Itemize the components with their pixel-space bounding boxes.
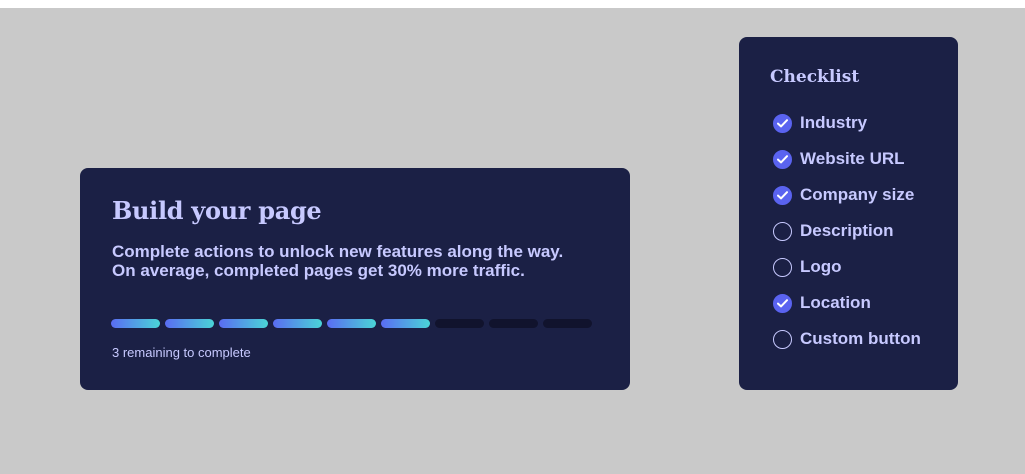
checkmark-icon [777,118,788,127]
checkmark-icon [777,298,788,307]
checklist-items: Industry Website URL Company size Descripti… [773,105,921,357]
empty-circle-icon[interactable] [773,329,792,349]
checklist-item-label: Custom button [800,329,921,348]
checklist-item-custom-button[interactable]: Custom button [773,321,921,357]
progress-segment-incomplete [489,319,538,328]
empty-circle-icon[interactable] [773,221,792,241]
checklist-item-logo[interactable]: Logo [773,249,921,285]
description-line-1: Complete actions to unlock new features … [112,242,564,261]
checklist-item-location[interactable]: Location [773,285,921,321]
checklist-item-label: Location [800,293,871,312]
checklist-item-description[interactable]: Description [773,213,921,249]
checklist-item-label: Website URL [800,149,905,168]
checklist-card: Checklist Industry Website URL Company siz… [739,37,958,390]
progress-bar [111,319,592,328]
checklist-item-label: Company size [800,185,915,204]
empty-circle-icon[interactable] [773,257,792,277]
check-circle-icon[interactable] [773,149,792,169]
checklist-item-company-size[interactable]: Company size [773,177,921,213]
checklist-item-website-url[interactable]: Website URL [773,141,921,177]
card-description: Complete actions to unlock new features … [112,242,612,280]
progress-segment-complete [111,319,160,328]
checklist-item-label: Logo [800,257,842,276]
description-line-2: On average, completed pages get 30% more… [112,261,525,280]
progress-segment-complete [381,319,430,328]
progress-segment-incomplete [435,319,484,328]
checklist-title: Checklist [770,67,860,87]
checkmark-icon [777,190,788,199]
page-background: Build your page Complete actions to unlo… [0,8,1025,474]
checklist-item-label: Industry [800,113,868,132]
progress-segment-incomplete [543,319,592,328]
remaining-text: 3 remaining to complete [112,345,251,360]
check-circle-icon[interactable] [773,293,792,313]
build-page-card: Build your page Complete actions to unlo… [80,168,630,390]
progress-segment-complete [273,319,322,328]
progress-segment-complete [327,319,376,328]
checkmark-icon [777,154,788,163]
progress-segment-complete [219,319,268,328]
progress-segment-complete [165,319,214,328]
card-title: Build your page [112,196,322,225]
check-circle-icon[interactable] [773,113,792,133]
checklist-item-label: Description [800,221,894,240]
check-circle-icon[interactable] [773,185,792,205]
checklist-item-industry[interactable]: Industry [773,105,921,141]
